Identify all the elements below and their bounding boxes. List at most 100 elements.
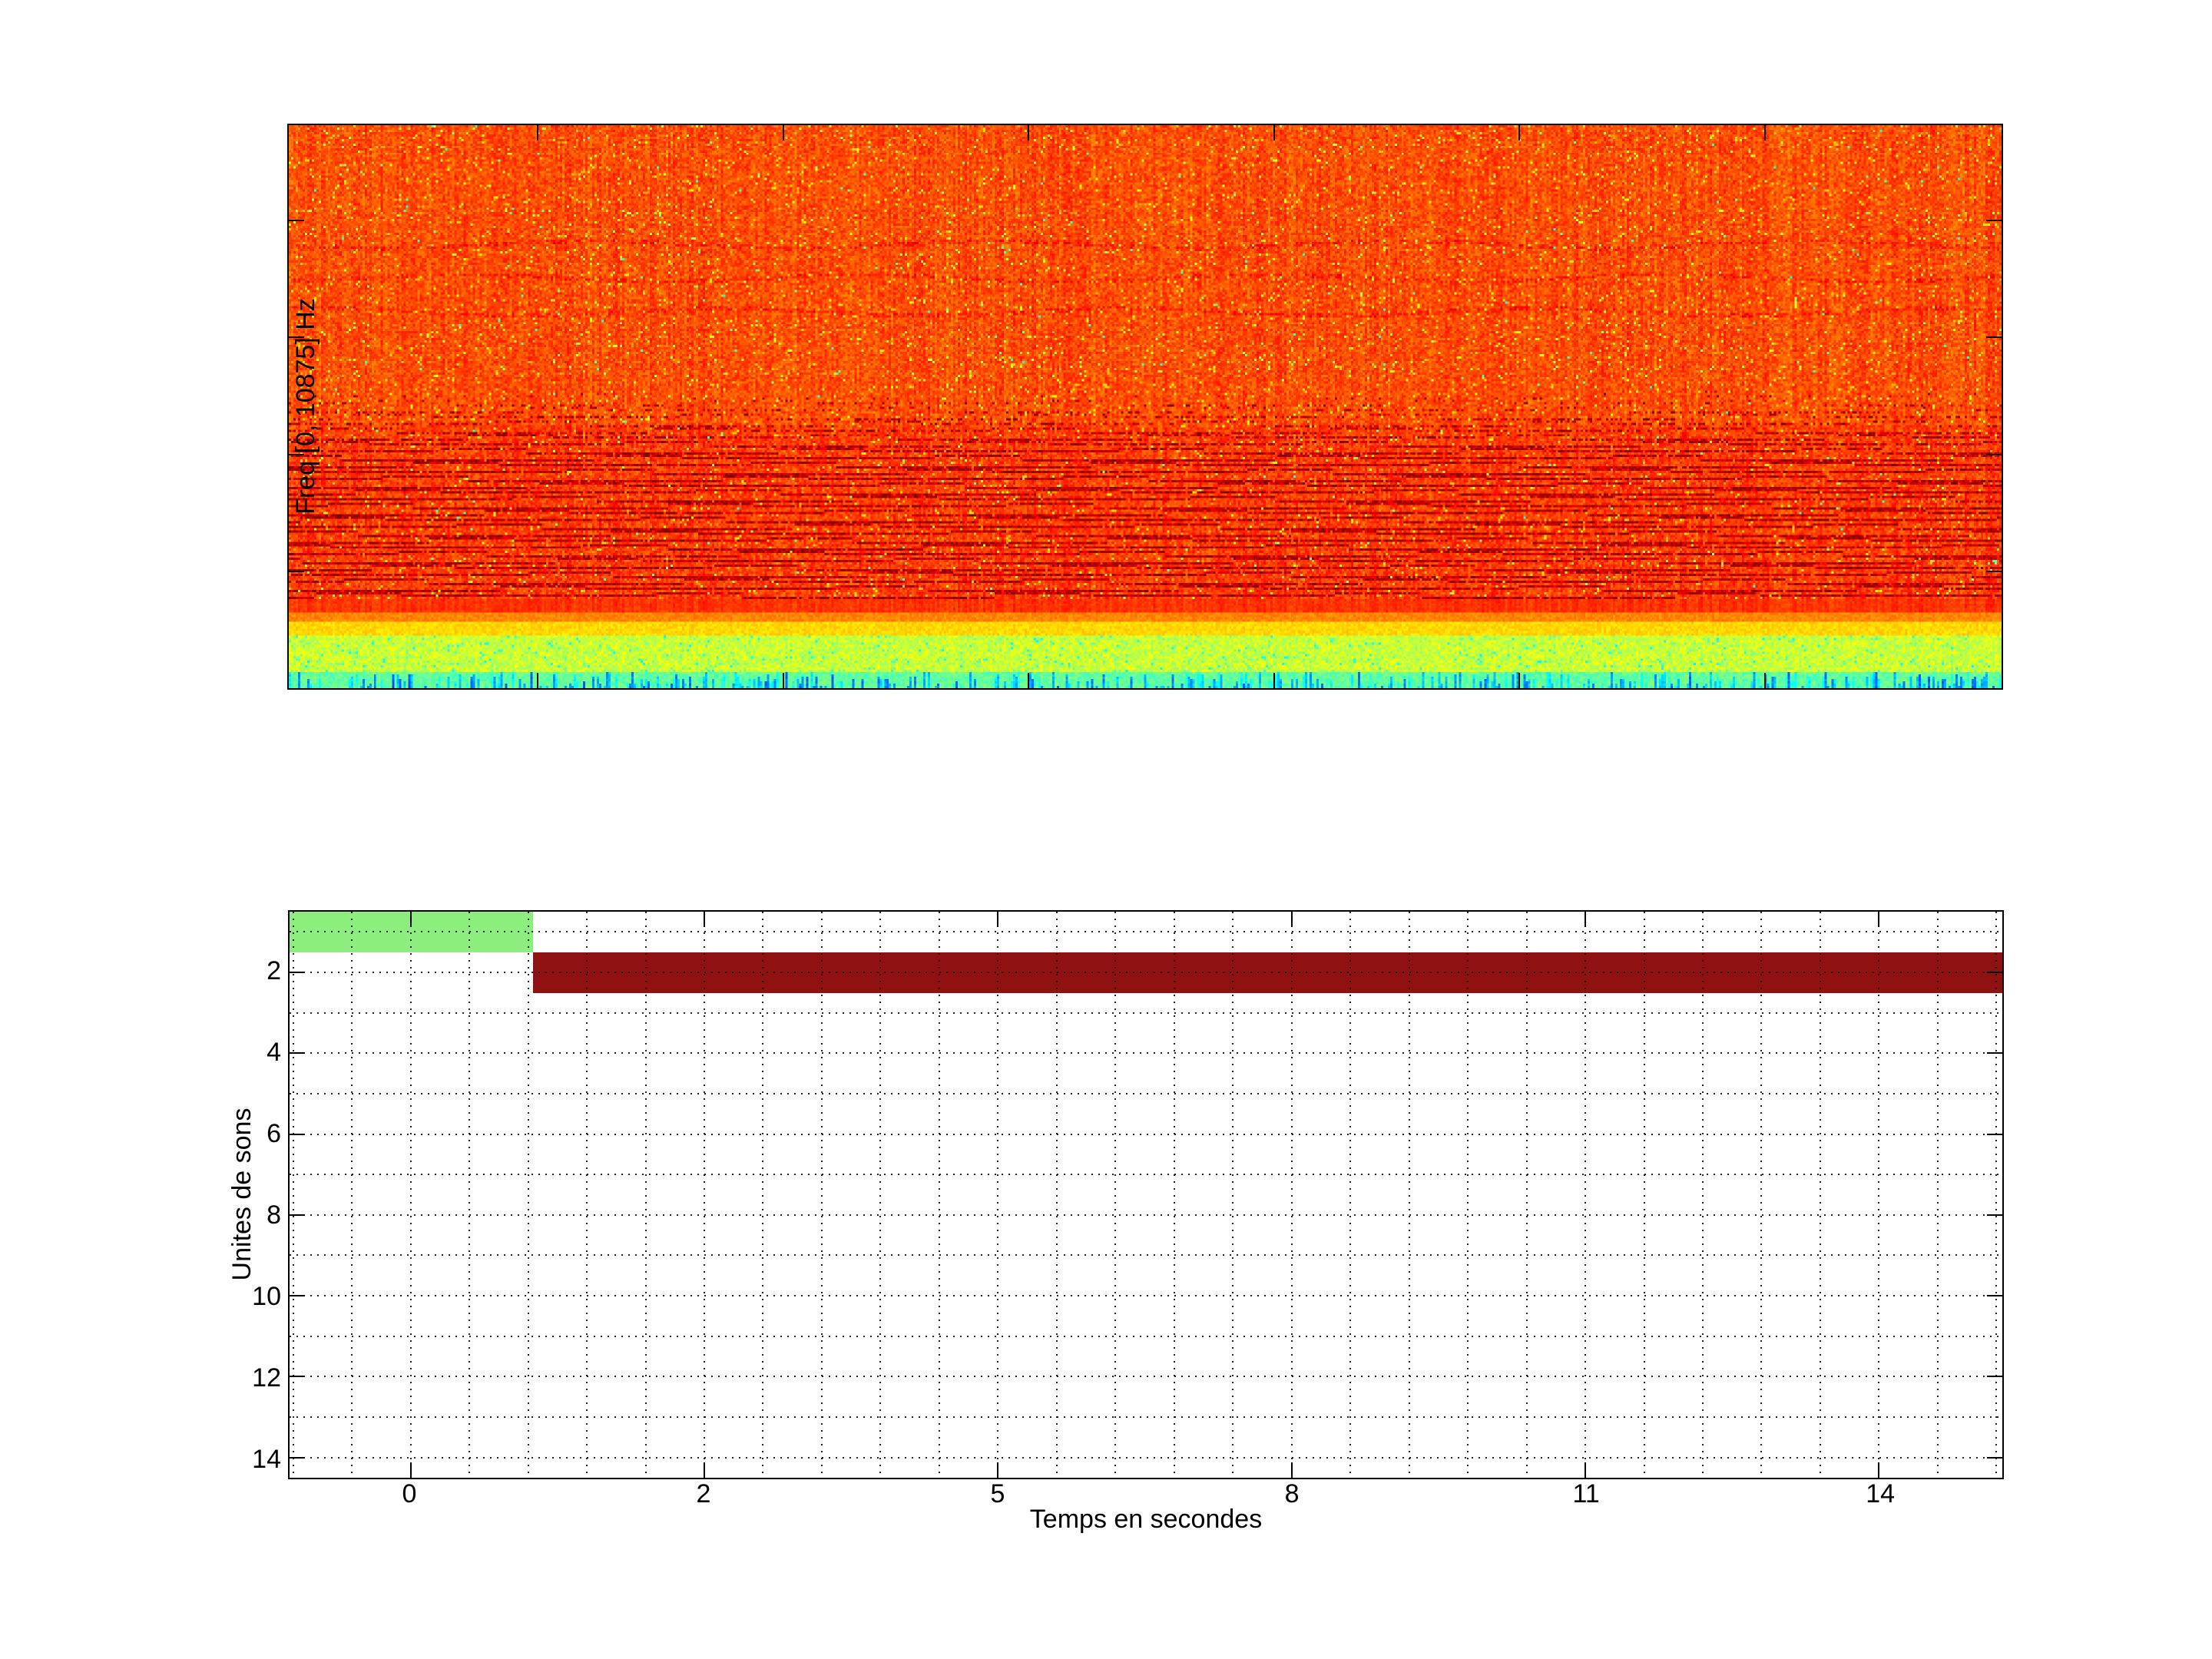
units-grid-vline [645, 912, 647, 1478]
units-y-tick-label: 8 [267, 1200, 281, 1230]
units-grid-vline [1584, 912, 1586, 1478]
spectrogram-y-tick [1986, 454, 2002, 455]
spectrogram-x-tick [1518, 673, 1520, 688]
spectrogram-x-tick [783, 673, 784, 688]
units-y-tick-label: 12 [252, 1363, 281, 1392]
units-x-tick-label: 0 [402, 1479, 417, 1508]
units-x-tick-label: 14 [1866, 1479, 1896, 1508]
units-y-tick [1987, 1295, 2002, 1296]
units-grid-vline [997, 912, 998, 1478]
units-grid-hline [290, 1457, 2002, 1459]
units-y-tick [290, 1376, 305, 1377]
units-grid-hline [290, 1174, 2002, 1175]
spectrogram-x-tick [537, 673, 538, 688]
units-grid-hline [290, 1336, 2002, 1337]
units-xlabel-text: Temps en secondes [1029, 1505, 1263, 1534]
units-x-tick [410, 912, 412, 927]
spectrogram-x-tick [1028, 125, 1029, 141]
units-grid-vline [1878, 912, 1879, 1478]
units-grid-vline [1056, 912, 1058, 1478]
units-grid-vline [1526, 912, 1528, 1478]
units-y-tick [290, 1134, 305, 1135]
units-grid-vline [1409, 912, 1410, 1478]
units-y-tick-label: 4 [267, 1038, 281, 1068]
units-grid-hline [290, 1376, 2002, 1377]
spectrogram-x-tick [783, 125, 784, 141]
units-grid-hline [290, 1214, 2002, 1216]
units-grid-hline [290, 1416, 2002, 1418]
units-y-tick-label: 6 [267, 1119, 281, 1149]
units-x-tick-label: 8 [1284, 1479, 1300, 1508]
units-x-tick-label: 5 [990, 1479, 1005, 1508]
spectrogram-x-tick [1273, 673, 1275, 688]
units-grid-hline [290, 1134, 2002, 1135]
units-grid-vline [1349, 912, 1351, 1478]
spectrogram-x-tick [1518, 125, 1520, 141]
units-grid-vline [469, 912, 470, 1478]
units-grid-vline [1937, 912, 1939, 1478]
units-y-tick [290, 1457, 305, 1459]
units-y-tick [1987, 1457, 2002, 1459]
units-grid-vline [1702, 912, 1704, 1478]
units-y-tick [1987, 1376, 2002, 1377]
units-grid-vline [351, 912, 353, 1478]
units-grid-vline [293, 912, 294, 1478]
units-y-tick [290, 972, 305, 973]
units-x-tick [1584, 912, 1586, 927]
units-x-tick [1878, 1462, 1879, 1478]
spectrogram-x-tick [1764, 125, 1766, 141]
units-grid-vline [1467, 912, 1469, 1478]
units-x-tick [704, 912, 705, 927]
units-grid-vline [1174, 912, 1175, 1478]
units-grid-vline [1760, 912, 1762, 1478]
units-x-tick [1291, 1462, 1293, 1478]
units-grid-vline [704, 912, 705, 1478]
units-x-tick [997, 912, 998, 927]
units-grid-vline [1114, 912, 1116, 1478]
units-y-tick [290, 1052, 305, 1054]
units-grid-vline [1644, 912, 1645, 1478]
units-x-tick [410, 1462, 412, 1478]
units-y-tick-label: 2 [267, 956, 281, 986]
units-y-tick [290, 1214, 305, 1216]
units-grid-hline [290, 1093, 2002, 1094]
spectrogram-axes [287, 124, 2003, 690]
matlab-figure: Freq [0, 10875] Hz Unites de sons Temps … [0, 0, 2212, 1659]
spectrogram-x-tick [1273, 125, 1275, 141]
units-grid-hline [290, 1052, 2002, 1054]
spectrogram-y-tick [1986, 571, 2002, 572]
units-grid-vline [879, 912, 881, 1478]
spectrogram-x-tick [1764, 673, 1766, 688]
units-grid-hline [290, 1012, 2002, 1014]
units-x-tick [1291, 912, 1293, 927]
units-grid-vline [1291, 912, 1293, 1478]
units-y-tick [1987, 1214, 2002, 1216]
spectrogram-x-tick [537, 125, 538, 141]
units-grid-vline [1820, 912, 1821, 1478]
units-grid-vline [1995, 912, 1997, 1478]
spectrogram-ylabel: Freq [0, 10875] Hz [289, 214, 323, 598]
spectrogram-ylabel-text: Freq [0, 10875] Hz [290, 298, 320, 515]
units-grid-vline [586, 912, 588, 1478]
units-x-tick-label: 2 [696, 1479, 711, 1508]
units-y-tick-label: 14 [252, 1444, 281, 1474]
units-grid-hline [290, 1254, 2002, 1256]
units-y-tick [1987, 972, 2002, 973]
units-grid-vline [528, 912, 529, 1478]
spectrogram-image [289, 125, 2002, 688]
units-grid-hline [290, 972, 2002, 973]
spectrogram-y-tick [1986, 336, 2002, 338]
units-x-tick [1878, 912, 1879, 927]
spectrogram-y-tick [1986, 220, 2002, 221]
units-grid-vline [939, 912, 940, 1478]
units-grid-hline [290, 1295, 2002, 1296]
units-y-tick [1987, 1134, 2002, 1135]
units-y-tick [290, 1295, 305, 1296]
units-grid-vline [1232, 912, 1233, 1478]
units-y-tick-label: 10 [252, 1281, 281, 1311]
units-grid-hline [290, 931, 2002, 932]
units-grid-vline [410, 912, 412, 1478]
units-grid-vline [821, 912, 823, 1478]
units-x-tick-label: 11 [1572, 1479, 1600, 1508]
spectrogram-x-tick [1028, 673, 1029, 688]
